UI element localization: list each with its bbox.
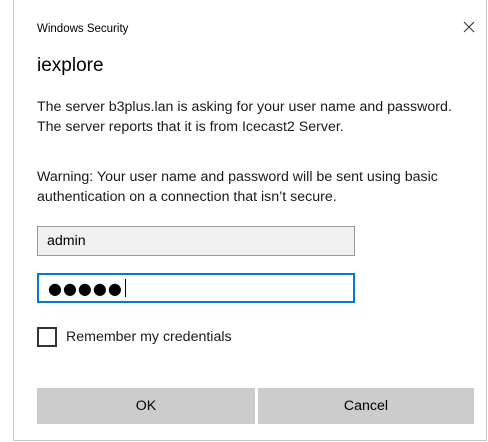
close-button[interactable] [458,16,482,40]
password-field[interactable]: ●●●●● [37,273,355,303]
remember-credentials-option[interactable]: Remember my credentials [37,327,232,347]
windows-security-dialog: Windows Security iexplore The server b3p… [13,0,487,441]
text-caret [124,279,126,297]
dialog-header-title: Windows Security [37,23,129,35]
username-field[interactable]: admin [37,226,355,256]
app-title: iexplore [37,55,104,76]
username-value: admin [47,233,86,249]
cancel-button[interactable]: Cancel [258,388,474,424]
remember-label: Remember my credentials [66,329,232,345]
password-masked-value: ●●●●● [48,278,123,298]
remember-checkbox[interactable] [37,327,57,347]
ok-button[interactable]: OK [37,388,255,424]
warning-message: Warning: Your user name and password wil… [37,169,438,205]
close-icon [463,21,475,33]
server-message: The server b3plus.lan is asking for your… [37,99,452,135]
